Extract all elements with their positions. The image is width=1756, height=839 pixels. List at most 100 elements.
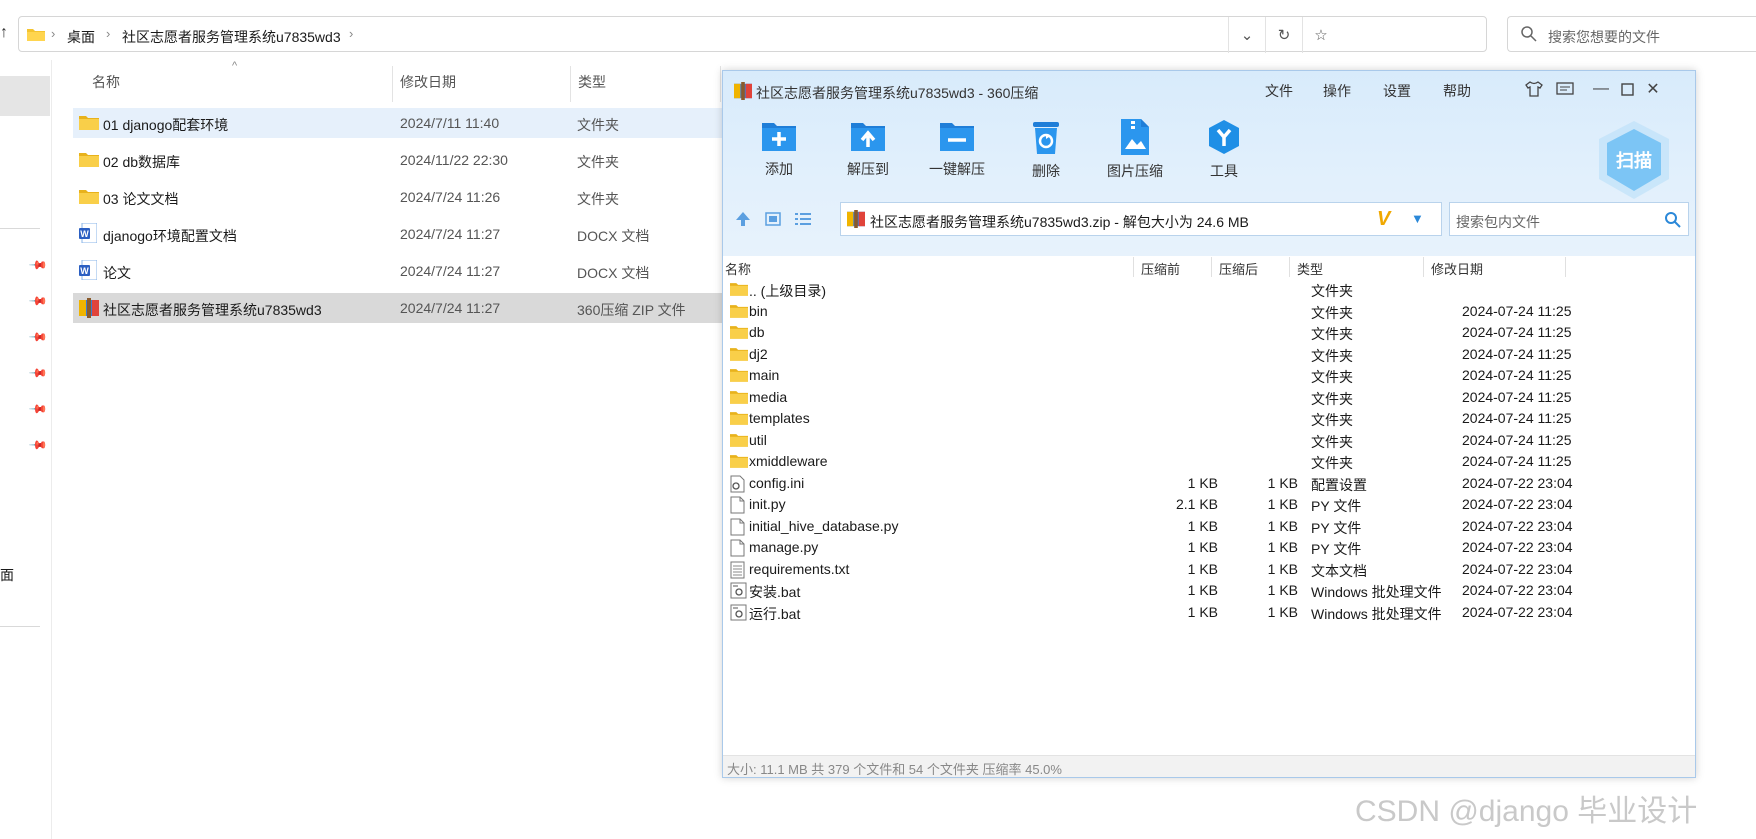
pin-icon[interactable]: 📌 — [28, 291, 48, 311]
breadcrumb-chevron-icon[interactable]: › — [106, 26, 110, 41]
toolbar-label: 解压到 — [847, 161, 889, 177]
address-bar[interactable]: › 桌面 › 社区志愿者服务管理系统u7835wd3 › ⌄ ↻ ☆ — [18, 16, 1487, 53]
explorer-search-input[interactable]: 搜索您想要的文件 — [1507, 16, 1756, 52]
breadcrumb-folder[interactable]: 社区志愿者服务管理系统u7835wd3 — [122, 27, 341, 47]
column-divider[interactable] — [1289, 257, 1290, 277]
zip-file-date: 2024-07-22 23:04 — [1462, 604, 1573, 620]
toolbar-image-compress-button[interactable]: 图片压缩 — [1085, 119, 1185, 181]
zip-row[interactable]: db 文件夹 2024-07-24 11:25 — [725, 320, 1693, 344]
toolbar-tools-button[interactable]: 工具 — [1174, 119, 1274, 181]
zip-size-after: 1 KB — [1267, 518, 1298, 534]
column-divider[interactable] — [1423, 257, 1424, 277]
zip-file-type: 文件夹 — [1311, 326, 1353, 342]
folder-icon — [79, 116, 99, 130]
column-divider[interactable] — [1211, 257, 1212, 277]
scan-button[interactable]: 扫描 — [1595, 119, 1673, 201]
file-row[interactable]: 03 论文文档 2024/7/24 11:26 文件夹 — [73, 182, 773, 212]
menu-file[interactable]: 文件 — [1265, 81, 1293, 101]
zip-view-list-button[interactable] — [793, 209, 815, 231]
file-name: 论文 — [103, 265, 131, 281]
address-dropdown-button[interactable]: ⌄ — [1228, 17, 1265, 53]
nav-item-desktop-partial[interactable]: 面 — [0, 565, 14, 585]
toolbar-add-button[interactable]: 添加 — [729, 119, 829, 179]
pin-address-button[interactable]: ☆ — [1302, 17, 1339, 53]
pin-icon[interactable]: 📌 — [28, 255, 48, 275]
zip-size-before: 1 KB — [1187, 604, 1218, 620]
zip-file-date: 2024-07-24 11:25 — [1462, 303, 1572, 319]
zip-size-before: 1 KB — [1187, 561, 1218, 577]
text-file-icon — [730, 561, 745, 579]
zip-header: 社区志愿者服务管理系统u7835wd3 - 360压缩 文件 操作 设置 帮助 … — [723, 71, 1695, 256]
shirt-icon — [1525, 81, 1543, 97]
file-row[interactable]: W djanogo环境配置文档 2024/7/24 11:27 DOCX 文档 — [73, 219, 773, 249]
zip-column-before[interactable]: 压缩前 — [1141, 259, 1180, 278]
toolbar-delete-button[interactable]: 删除 — [996, 119, 1096, 181]
folder-icon — [730, 348, 748, 361]
zip-column-date[interactable]: 修改日期 — [1431, 259, 1483, 278]
column-header-name[interactable]: 名称 — [92, 72, 120, 100]
chevron-down-icon[interactable]: ▼ — [1411, 211, 1424, 226]
zip-view-thumbnail-button[interactable] — [763, 209, 785, 231]
skin-button[interactable] — [1522, 77, 1546, 101]
zip-row[interactable]: templates 文件夹 2024-07-24 11:25 — [725, 406, 1693, 430]
zip-file-name: bin — [749, 303, 768, 319]
breadcrumb-chevron-icon[interactable]: › — [51, 26, 55, 41]
close-button[interactable]: ✕ — [1641, 77, 1665, 101]
zip-search-input[interactable]: 搜索包内文件 — [1449, 202, 1689, 236]
column-divider[interactable] — [1565, 257, 1566, 277]
folder-icon — [730, 434, 748, 447]
feedback-button[interactable] — [1553, 77, 1577, 101]
breadcrumb-chevron-icon[interactable]: › — [349, 26, 353, 41]
zip-row[interactable]: 安装.bat 1 KB 1 KB Windows 批处理文件 2024-07-2… — [725, 578, 1693, 602]
menu-operation[interactable]: 操作 — [1323, 81, 1351, 101]
column-header-type[interactable]: 类型 — [578, 72, 606, 100]
tools-icon — [1209, 120, 1239, 154]
zip-status-text: 大小: 11.1 MB 共 379 个文件和 54 个文件夹 压缩率 45.0% — [727, 762, 1062, 777]
column-divider[interactable] — [1133, 257, 1134, 277]
zip-path-bar[interactable]: 社区志愿者服务管理系统u7835wd3.zip - 解包大小为 24.6 MB … — [840, 202, 1442, 236]
nav-selected-item[interactable] — [0, 76, 50, 116]
up-arrow-icon[interactable]: ↑ — [0, 24, 8, 42]
column-divider[interactable] — [392, 66, 393, 102]
maximize-button[interactable] — [1615, 77, 1639, 101]
file-date: 2024/7/24 11:26 — [400, 189, 501, 205]
zip-row-parent[interactable]: .. (上级目录) 文件夹 — [725, 277, 1693, 301]
zip-up-button[interactable] — [733, 209, 755, 231]
file-type: 文件夹 — [577, 154, 619, 170]
column-divider[interactable] — [720, 66, 721, 102]
file-date: 2024/7/24 11:27 — [400, 263, 501, 279]
zip-row[interactable]: main 文件夹 2024-07-24 11:25 — [725, 363, 1693, 387]
zip-row[interactable]: init.py 2.1 KB 1 KB PY 文件 2024-07-22 23:… — [725, 492, 1693, 516]
menu-settings[interactable]: 设置 — [1383, 81, 1411, 101]
pin-icon[interactable]: 📌 — [28, 363, 48, 383]
pin-icon[interactable]: 📌 — [28, 399, 48, 419]
svg-text:W: W — [80, 229, 89, 239]
zip-row[interactable]: xmiddleware 文件夹 2024-07-24 11:25 — [725, 449, 1693, 473]
pin-icon[interactable]: 📌 — [28, 435, 48, 455]
zip-row[interactable]: 运行.bat 1 KB 1 KB Windows 批处理文件 2024-07-2… — [725, 600, 1693, 624]
file-row[interactable]: 02 db数据库 2024/11/22 22:30 文件夹 — [73, 145, 773, 175]
menu-help[interactable]: 帮助 — [1443, 81, 1471, 101]
toolbar-one-click-extract-button[interactable]: 一键解压 — [907, 119, 1007, 179]
v-logo-icon[interactable]: V — [1377, 208, 1390, 231]
file-row[interactable]: W 论文 2024/7/24 11:27 DOCX 文档 — [73, 256, 773, 286]
minimize-button[interactable]: — — [1589, 77, 1613, 101]
refresh-button[interactable]: ↻ — [1265, 17, 1302, 53]
zip-column-name[interactable]: 名称 — [725, 259, 751, 278]
toolbar-extract-to-button[interactable]: 解压到 — [818, 119, 918, 179]
zip-file-name: db — [749, 324, 765, 340]
toolbar-label: 工具 — [1210, 163, 1238, 179]
zip-column-after[interactable]: 压缩后 — [1219, 259, 1258, 278]
arrow-up-icon — [736, 212, 750, 226]
file-row-selected[interactable]: 社区志愿者服务管理系统u7835wd3 2024/7/24 11:27 360压… — [73, 293, 773, 323]
column-header-date[interactable]: 修改日期 — [400, 72, 456, 100]
file-row[interactable]: 01 djanogo配套环境 2024/7/11 11:40 文件夹 — [73, 108, 773, 138]
column-divider[interactable] — [570, 66, 571, 102]
breadcrumb-desktop[interactable]: 桌面 — [67, 27, 95, 47]
message-icon — [1556, 82, 1574, 95]
search-icon[interactable] — [1664, 211, 1682, 229]
pin-icon[interactable]: 📌 — [28, 327, 48, 347]
zip-column-type[interactable]: 类型 — [1297, 259, 1323, 278]
zip-file-date: 2024-07-24 11:25 — [1462, 346, 1572, 362]
zip-row[interactable]: manage.py 1 KB 1 KB PY 文件 2024-07-22 23:… — [725, 535, 1693, 559]
